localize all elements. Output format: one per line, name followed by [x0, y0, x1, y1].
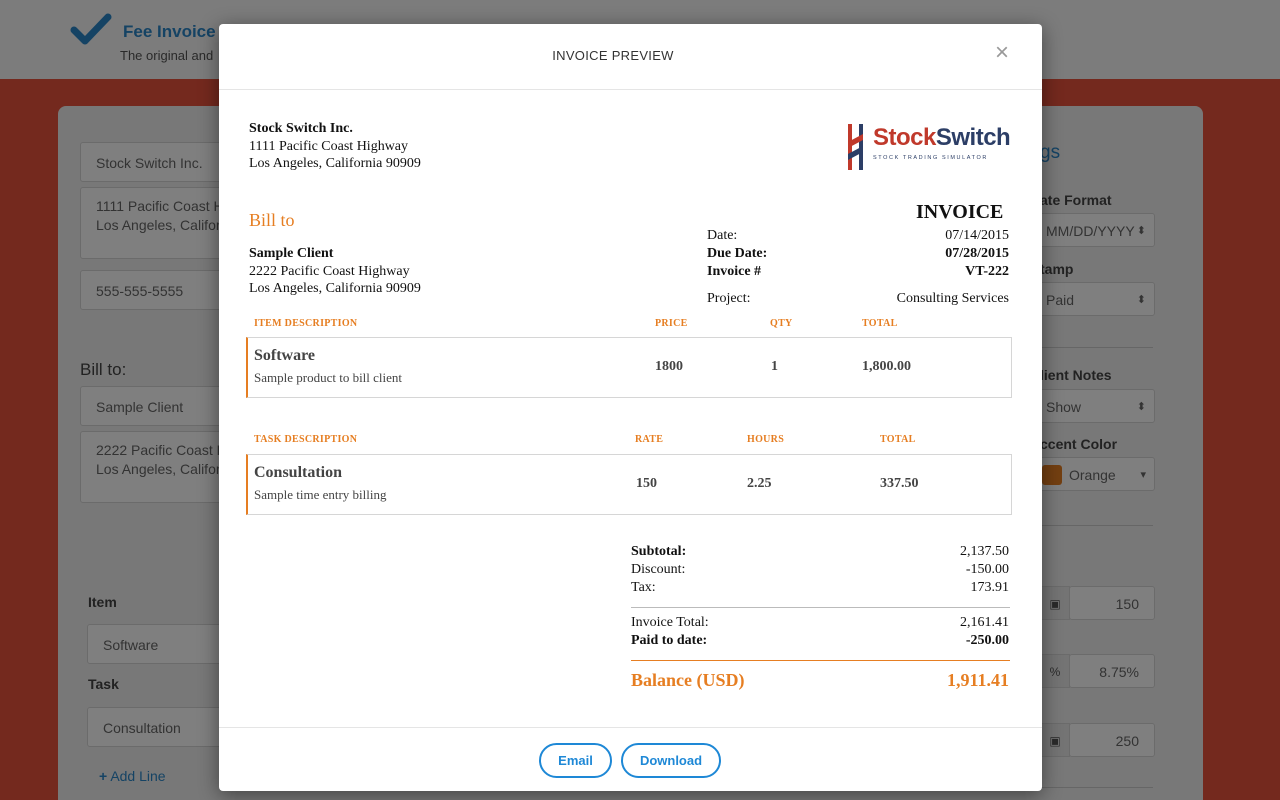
invoice-total-label: Invoice Total:: [631, 615, 709, 630]
task-hours: 2.25: [747, 476, 772, 491]
sender-name: Stock Switch Inc.: [249, 121, 353, 136]
sender-address-line2: Los Angeles, California 90909: [249, 156, 421, 171]
table-row: Software Sample product to bill client 1…: [246, 337, 1012, 398]
logo-word-stock: Stock: [873, 124, 936, 151]
logo-word-switch: Switch: [935, 124, 1011, 151]
logo-mark-icon: [848, 124, 863, 170]
due-date-label: Due Date:: [707, 246, 768, 261]
tasks-header-total: TOTAL: [880, 434, 916, 445]
items-header-total: TOTAL: [862, 318, 898, 329]
modal-header: INVOICE PREVIEW ×: [219, 24, 1042, 90]
task-title: Consultation: [254, 464, 343, 481]
items-header-price: PRICE: [655, 318, 688, 329]
logo-tagline: STOCK TRADING SIMULATOR: [873, 155, 988, 161]
client-address-line2: Los Angeles, California 90909: [249, 281, 421, 296]
subtotal-label: Subtotal:: [631, 544, 687, 559]
discount-value: -150.00: [965, 562, 1009, 577]
download-button[interactable]: Download: [621, 743, 721, 778]
tasks-header-description: TASK DESCRIPTION: [254, 434, 358, 445]
task-total: 337.50: [880, 476, 919, 491]
bill-to-heading: Bill to: [249, 210, 295, 230]
invoice-number-value: VT-222: [965, 264, 1009, 279]
company-logo: StockSwitch STOCK TRADING SIMULATOR: [845, 122, 1011, 174]
balance-label: Balance (USD): [631, 670, 745, 690]
sender-address-line1: 1111 Pacific Coast Highway: [249, 139, 409, 154]
item-description: Sample product to bill client: [254, 370, 403, 385]
invoice-heading: INVOICE: [916, 201, 1004, 223]
task-description: Sample time entry billing: [254, 487, 387, 502]
discount-label: Discount:: [631, 562, 686, 577]
paid-to-date-value: -250.00: [965, 633, 1009, 648]
tasks-header-rate: RATE: [635, 434, 664, 445]
logo-wordmark: StockSwitch: [873, 124, 1011, 152]
project-label: Project:: [707, 291, 751, 306]
tax-value: 173.91: [970, 580, 1010, 595]
project-value: Consulting Services: [896, 291, 1009, 306]
date-value: 07/14/2015: [945, 228, 1009, 243]
task-rate: 150: [636, 476, 657, 491]
tax-label: Tax:: [631, 580, 656, 595]
item-total: 1,800.00: [862, 359, 911, 374]
invoice-number-label: Invoice #: [707, 264, 762, 279]
email-button[interactable]: Email: [539, 743, 612, 778]
balance-divider: [631, 660, 1010, 661]
table-row: Consultation Sample time entry billing 1…: [246, 454, 1012, 515]
close-icon[interactable]: ×: [991, 40, 1013, 66]
modal-footer: Email Download: [219, 727, 1042, 791]
item-title: Software: [254, 347, 316, 364]
invoice-total-value: 2,161.41: [960, 615, 1009, 630]
paid-to-date-label: Paid to date:: [631, 633, 708, 648]
item-price: 1800: [655, 359, 683, 374]
items-header-description: ITEM DESCRIPTION: [254, 318, 358, 329]
subtotal-value: 2,137.50: [960, 544, 1009, 559]
client-address-line1: 2222 Pacific Coast Highway: [249, 264, 410, 279]
item-qty: 1: [771, 359, 778, 374]
totals-divider: [631, 607, 1010, 608]
modal-title: INVOICE PREVIEW: [552, 48, 674, 63]
balance-value: 1,911.41: [946, 670, 1009, 690]
client-name: Sample Client: [249, 246, 334, 261]
due-date-value: 07/28/2015: [945, 246, 1009, 261]
date-label: Date:: [707, 228, 738, 243]
items-header-qty: QTY: [770, 318, 793, 329]
invoice-preview-modal: INVOICE PREVIEW × Stock Switch Inc. 1111…: [219, 24, 1042, 791]
tasks-header-hours: HOURS: [747, 434, 785, 445]
